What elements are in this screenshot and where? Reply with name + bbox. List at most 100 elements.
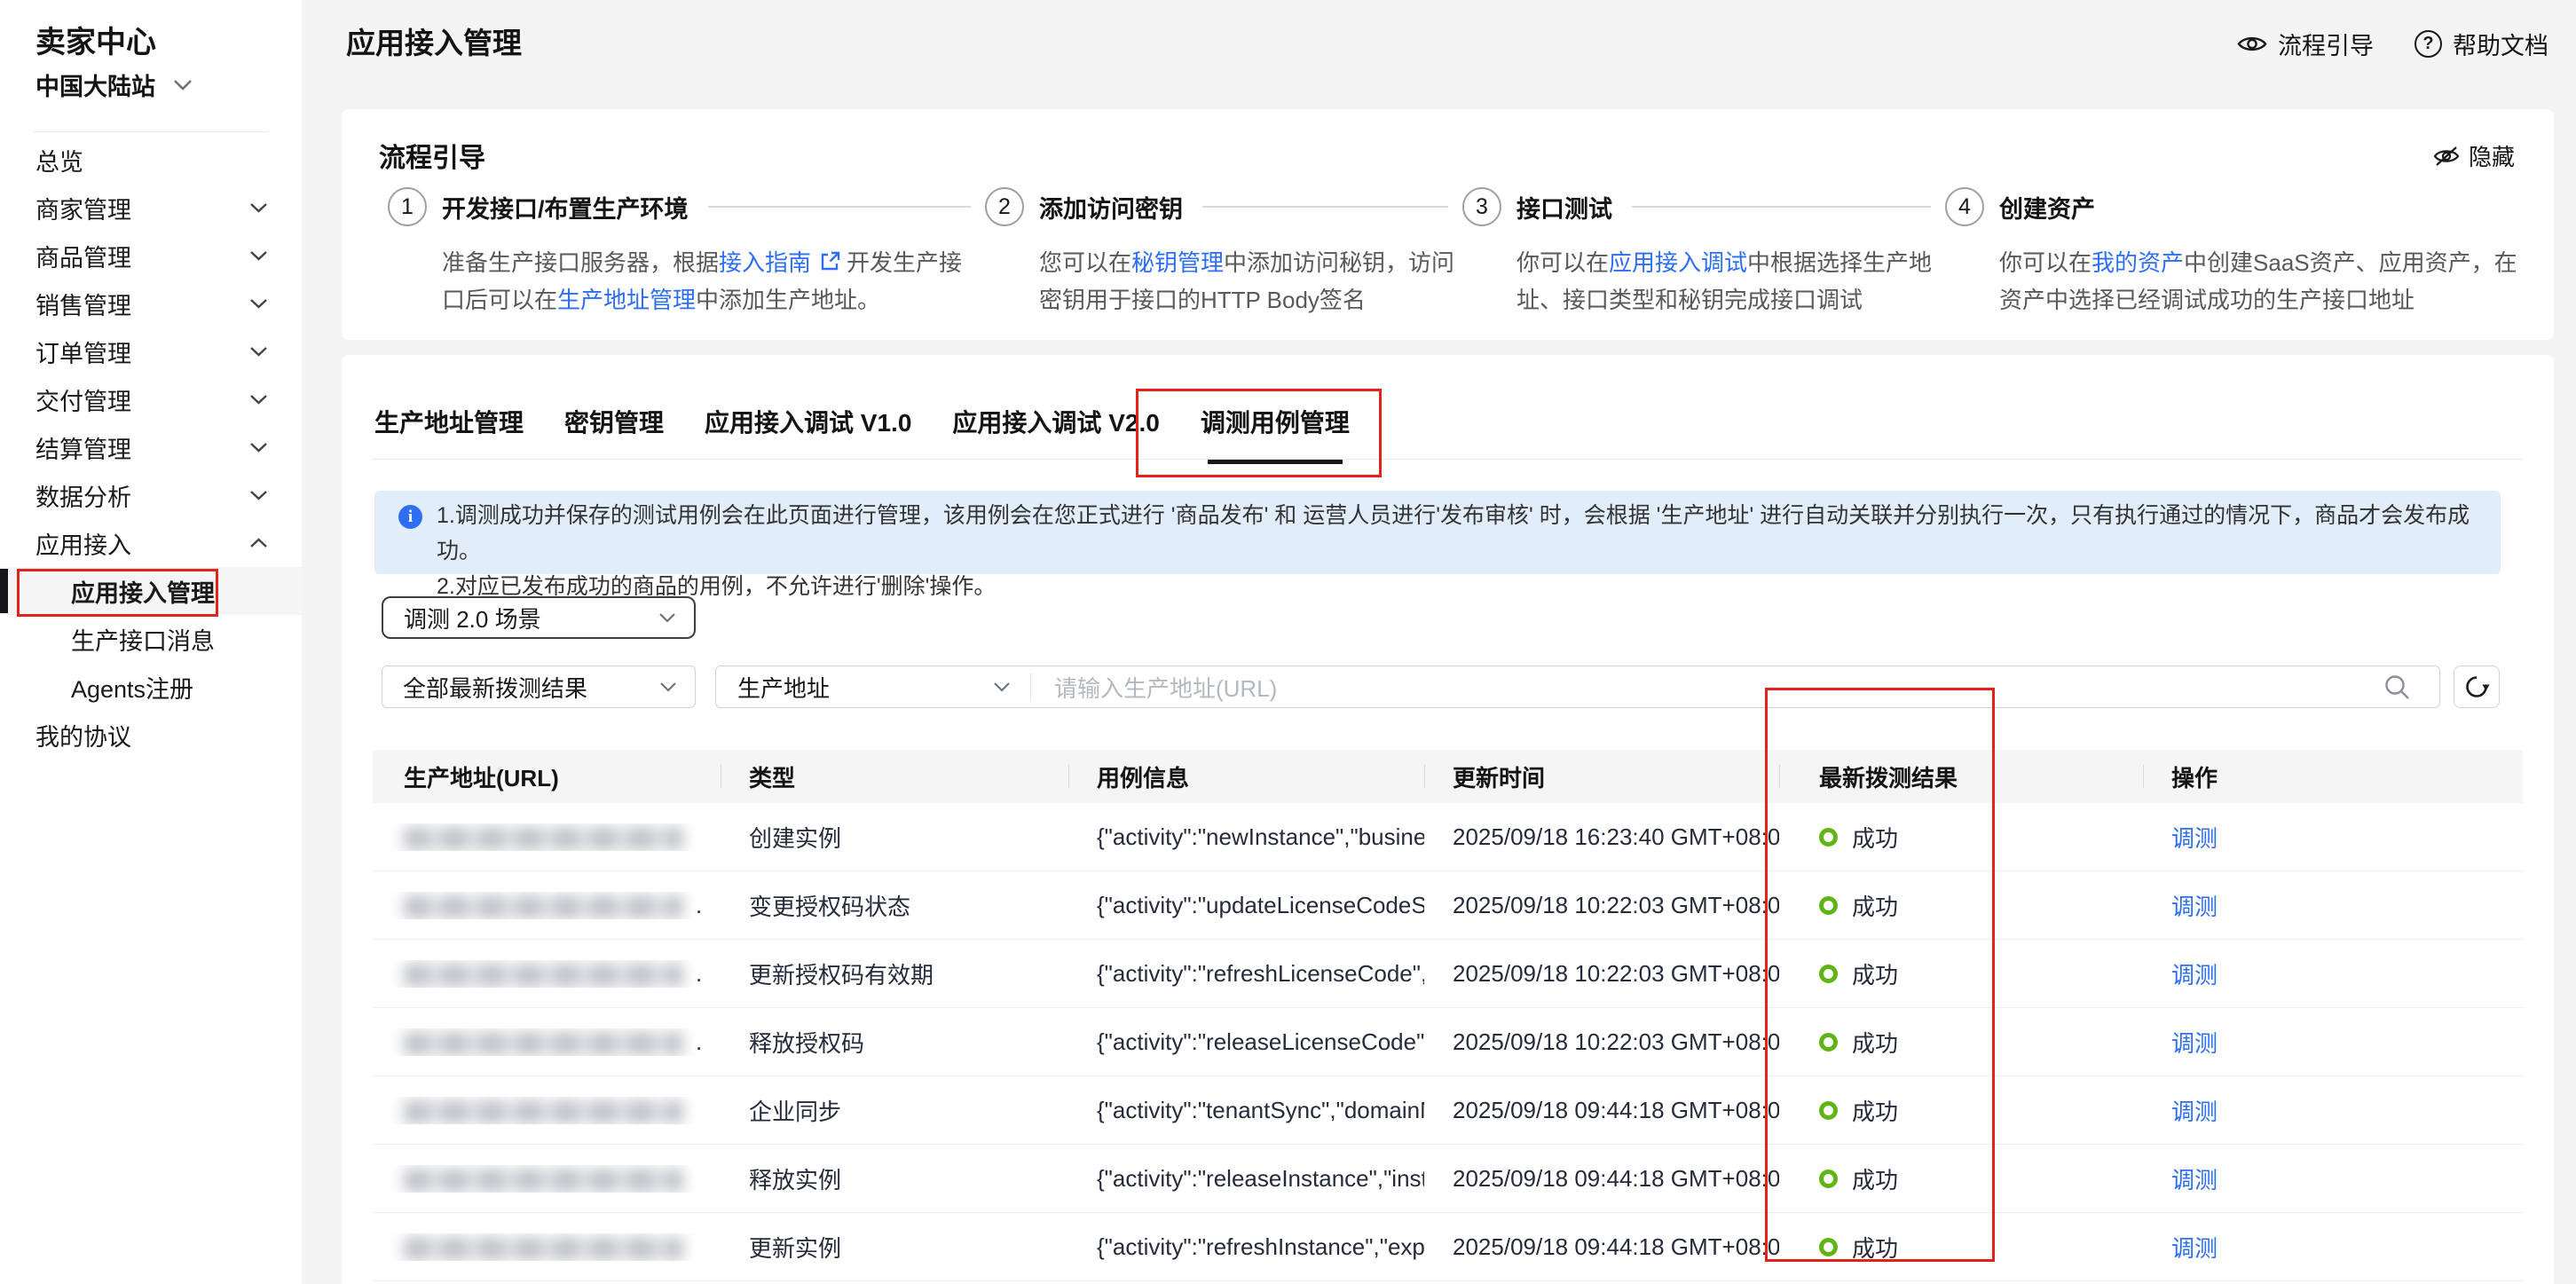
flow-link[interactable]: 生产地址管理 [557,287,696,313]
sidebar-item-数据分析[interactable]: 数据分析 [0,471,302,519]
info-banner-text: 1.调测成功并保存的测试用例会在此页面进行管理，该用例会在您正式进行 '商品发布… [437,491,2501,604]
tab-生产地址管理[interactable]: 生产地址管理 [374,404,524,464]
sidebar-item-总览[interactable]: 总览 [0,136,302,184]
region-label: 中国大陆站 [35,67,155,102]
step-title: 创建资产 [1999,190,2095,225]
search-placeholder: 请输入生产地址(URL) [1054,671,1277,704]
column-header-更新时间: 更新时间 [1424,750,1779,803]
result-filter-select[interactable]: 全部最新拨测结果 [382,666,696,708]
table-row: 企业同步 {"activity":"tenantSync","domainN..… [373,1076,2523,1145]
search-icon[interactable] [2383,674,2411,701]
sidebar-item-交付管理[interactable]: 交付管理 [0,375,302,423]
help-doc-label: 帮助文档 [2453,27,2548,61]
step-connector [1632,206,1931,208]
chevron-icon [249,442,268,453]
sidebar-item-商品管理[interactable]: 商品管理 [0,232,302,280]
tab-应用接入调试 V1.0[interactable]: 应用接入调试 V1.0 [705,404,911,464]
cell-url [373,1233,721,1261]
address-type-select[interactable]: 生产地址 [716,671,1030,704]
cell-action: 调测 [2143,1026,2523,1059]
flow-link[interactable]: 应用接入调试 [1609,249,1747,276]
flow-step: 4 创建资产 你可以在我的资产中创建SaaS资产、应用资产，在资产中选择已经调试… [1945,187,2518,319]
success-ring-icon [1819,965,1838,983]
url-suffix: . [696,960,702,987]
cell-type: 创建实例 [721,821,1068,854]
refresh-button[interactable] [2454,666,2500,708]
cell-info: {"activity":"tenantSync","domainN... [1068,1097,1424,1124]
tab-应用接入调试 V2.0[interactable]: 应用接入调试 V2.0 [952,404,1159,464]
address-type-value: 生产地址 [737,671,830,704]
chevron-down-icon [659,681,677,692]
flow-guide-panel: 流程引导 隐藏 1 开发接口/布置生产环境 准备生产接口服务器，根据接入指南开发… [342,109,2554,340]
debug-link[interactable]: 调测 [2171,962,2218,989]
sidebar: 卖家中心 中国大陆站 总览 商家管理 商品管理 销售管理 订单管理 [0,0,302,1284]
chevron-icon [249,298,268,309]
scene-select[interactable]: 调测 2.0 场景 [382,596,696,639]
sidebar-item-商家管理[interactable]: 商家管理 [0,184,302,232]
cell-url [373,823,721,851]
cell-action: 调测 [2143,821,2523,854]
step-description: 您可以在秘钥管理中添加访问秘钥，访问密钥用于接口的HTTP Body签名 [1039,244,1462,319]
blurred-url [404,1100,683,1123]
blurred-url [404,1032,683,1055]
chevron-icon [249,250,268,261]
debug-link[interactable]: 调测 [2171,1235,2218,1262]
flow-link[interactable]: 接入指南 [719,249,811,276]
chevron-icon [249,490,268,500]
blurred-url [404,964,683,987]
cell-url: . [373,1028,721,1056]
sidebar-item-结算管理[interactable]: 结算管理 [0,423,302,471]
help-doc-link[interactable]: 帮助文档 [2415,27,2548,61]
flow-link[interactable]: 秘钥管理 [1131,249,1224,276]
address-search-combo: 生产地址 请输入生产地址(URL) [715,666,2440,708]
debug-link[interactable]: 调测 [2171,1030,2218,1057]
info-line-1: 1.调测成功并保存的测试用例会在此页面进行管理，该用例会在您正式进行 '商品发布… [437,498,2501,569]
region-selector[interactable]: 中国大陆站 [35,67,193,102]
step-connector [1202,206,1448,208]
refresh-icon [2462,673,2491,701]
debug-link[interactable]: 调测 [2171,825,2218,852]
sidebar-item-销售管理[interactable]: 销售管理 [0,280,302,327]
sidebar-subitem-Agents注册[interactable]: Agents注册 [0,663,302,711]
flow-guide-label: 流程引导 [2278,27,2374,61]
status-label: 成功 [1852,1162,1898,1195]
flow-guide-toggle[interactable]: 流程引导 [2237,27,2374,61]
cell-time: 2025/09/18 09:44:18 GMT+08:00 [1424,1165,1779,1193]
cell-type: 变更授权码状态 [721,889,1068,922]
cell-info: {"activity":"refreshInstance","expi... [1068,1233,1424,1261]
debug-link[interactable]: 调测 [2171,1167,2218,1193]
success-ring-icon [1819,1238,1838,1256]
search-input[interactable]: 请输入生产地址(URL) [1031,666,2439,707]
tab-调测用例管理[interactable]: 调测用例管理 [1201,404,1350,464]
step-title: 添加访问密钥 [1039,190,1183,225]
chevron-icon [249,202,268,213]
sidebar-subitem-应用接入管理[interactable]: 应用接入管理 [0,567,302,615]
sidebar-item-我的协议[interactable]: 我的协议 [0,711,302,759]
step-number-badge: 1 [388,187,427,226]
success-ring-icon [1819,1170,1838,1188]
sidebar-item-订单管理[interactable]: 订单管理 [0,327,302,375]
sidebar-item-应用接入[interactable]: 应用接入 [0,519,302,567]
debug-link[interactable]: 调测 [2171,1099,2218,1125]
eye-icon [2237,34,2267,54]
table-row: 释放实例 {"activity":"releaseInstance","inst… [373,1145,2523,1213]
cell-status: 成功 [1779,821,2143,854]
debug-link[interactable]: 调测 [2171,894,2218,920]
usecase-table: 生产地址(URL)类型用例信息更新时间最新拨测结果操作 创建实例 {"activ… [373,750,2523,1281]
help-icon [2415,30,2442,58]
cell-status: 成功 [1779,1231,2143,1264]
step-description: 你可以在我的资产中创建SaaS资产、应用资产，在资产中选择已经调试成功的生产接口… [1999,244,2518,319]
flow-step: 2 添加访问密钥 您可以在秘钥管理中添加访问秘钥，访问密钥用于接口的HTTP B… [985,187,1462,319]
flow-link[interactable]: 我的资产 [2092,249,2184,276]
info-line-2: 2.对应已发布成功的商品的用例，不允许进行'删除'操作。 [437,569,2501,604]
sidebar-subitem-生产接口消息[interactable]: 生产接口消息 [0,615,302,663]
cell-time: 2025/09/18 10:22:03 GMT+08:00 [1424,960,1779,988]
cell-info: {"activity":"newInstance","busine... [1068,823,1424,851]
status-label: 成功 [1852,1231,1898,1264]
cell-action: 调测 [2143,889,2523,922]
chevron-down-icon [173,79,193,91]
flow-step: 3 接口测试 你可以在应用接入调试中根据选择生产地址、接口类型和秘钥完成接口调试 [1462,187,1945,319]
tab-密钥管理[interactable]: 密钥管理 [564,404,664,464]
cell-time: 2025/09/18 16:23:40 GMT+08:00 [1424,823,1779,851]
cell-info: {"activity":"releaseInstance","inst... [1068,1165,1424,1193]
